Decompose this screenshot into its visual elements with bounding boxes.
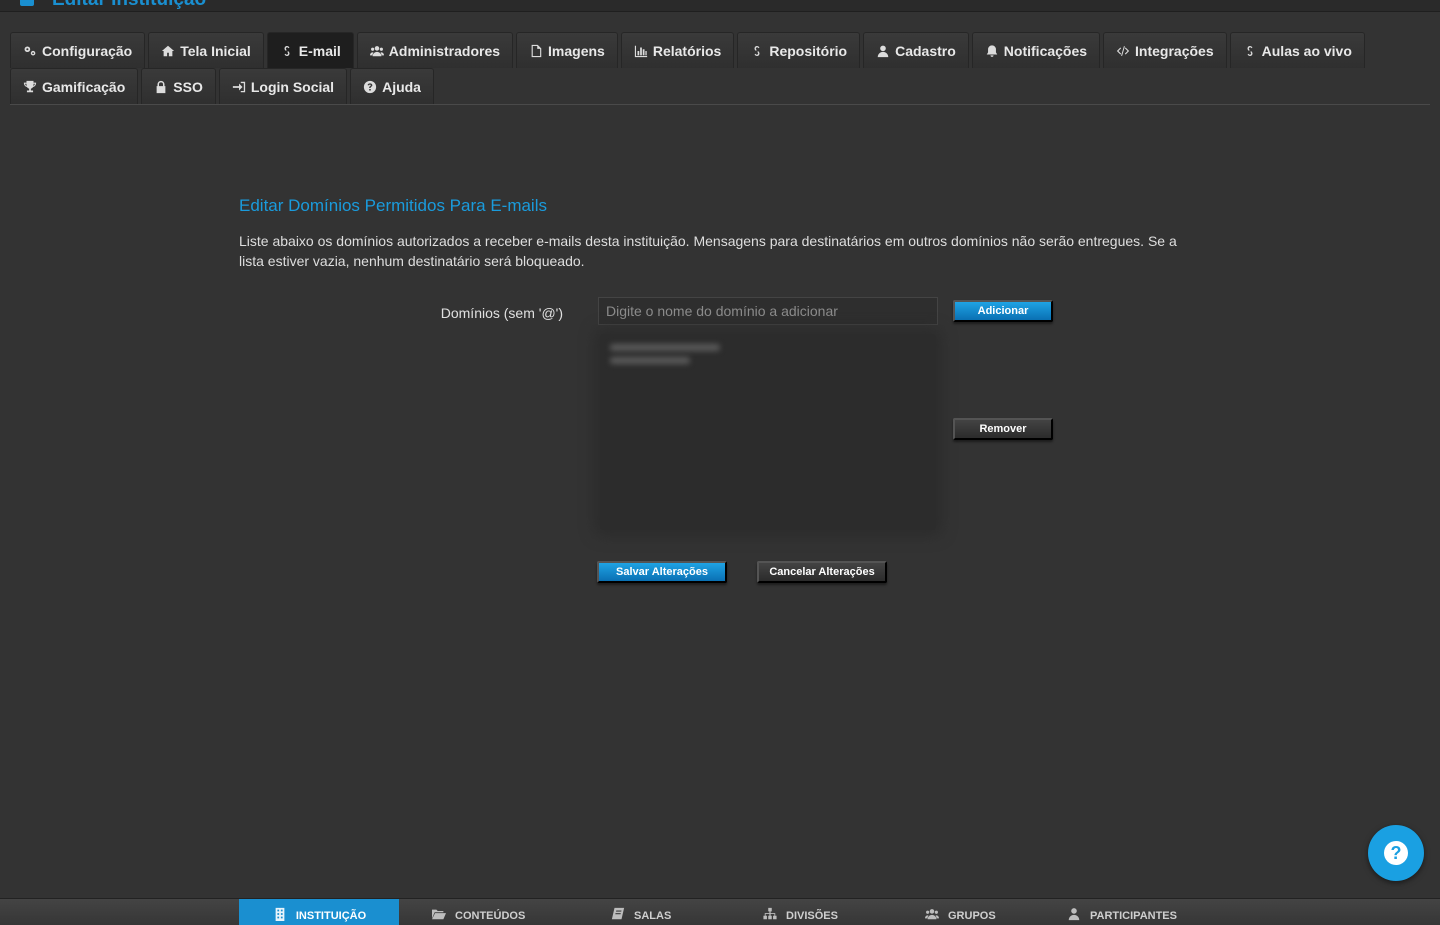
cancel-button[interactable]: Cancelar Alterações [757,561,887,583]
tab-ajuda[interactable]: Ajuda [350,68,434,104]
nav-grupos[interactable]: GRUPOS [924,899,996,925]
link-icon [284,45,290,56]
nav-label: PARTICIPANTES [1090,909,1177,922]
tab-login-social[interactable]: Login Social [218,68,348,104]
nav-salas[interactable]: SALAS [610,899,671,925]
tab-label: Tela Inicial [180,42,251,59]
tab-imagens[interactable]: Imagens [516,32,618,68]
tab-aulas-ao-vivo[interactable]: Aulas ao vivo [1229,32,1365,68]
institution-icon [20,0,34,6]
nav-label: CONTEÚDOS [455,909,526,922]
settings-tabs: Configuração Tela Inicial E-mail Adminis… [10,32,1430,105]
nav-label: DIVISÕES [786,909,838,922]
tab-sso[interactable]: SSO [141,68,216,104]
tab-relatorios[interactable]: Relatórios [620,32,735,68]
tab-configuracao[interactable]: Configuração [10,32,146,68]
page-title: Editar Instituição [52,0,206,11]
nav-participantes[interactable]: PARTICIPANTES [1066,899,1177,925]
tab-label: Gamificação [42,78,126,95]
tabs-row-2: Gamificação SSO Login Social Ajuda [10,68,434,104]
nav-label: SALAS [634,909,672,922]
tab-gamificacao[interactable]: Gamificação [10,68,139,104]
lock-icon [156,80,166,93]
section-title: Editar Domínios Permitidos Para E-mails [239,196,547,215]
tab-tela-inicial[interactable]: Tela Inicial [148,32,264,68]
tab-label: Repositório [769,42,848,59]
tab-label: Aulas ao vivo [1261,42,1352,59]
tab-label: Ajuda [382,78,421,95]
nav-label: GRUPOS [948,909,996,922]
trophy-icon [23,80,37,92]
tab-label: SSO [173,78,203,95]
tab-label: Imagens [548,42,605,59]
folder-open-icon [432,909,446,919]
question-circle-icon: ? [1384,841,1408,865]
tab-email[interactable]: E-mail [266,32,354,68]
bottom-nav: INSTITUIÇÃO CONTEÚDOS SALAS DIVISÕES GRU… [0,898,1440,925]
tab-integracoes[interactable]: Integrações [1103,32,1227,68]
link-icon [754,45,760,56]
tab-administradores[interactable]: Administradores [356,32,514,68]
tab-label: Relatórios [652,42,722,59]
help-button[interactable]: ? [1368,825,1424,881]
code-icon [1116,45,1130,56]
tab-label: Cadastro [895,42,956,59]
tab-label: Integrações [1135,42,1214,59]
user-icon [877,45,889,57]
tab-label: E-mail [298,42,341,59]
users-icon [369,45,384,56]
sign-in-icon [232,81,245,92]
domain-list[interactable] [600,334,936,530]
tabs-row-1: Configuração Tela Inicial E-mail Adminis… [10,32,1365,68]
bell-icon [986,44,998,57]
cogs-icon [24,45,36,55]
sitemap-icon [763,907,777,919]
tab-label: Administradores [388,42,501,59]
save-button[interactable]: Salvar Alterações [597,561,727,583]
add-domain-button[interactable]: Adicionar [953,300,1053,322]
question-circle-icon [363,80,377,93]
tab-label: Notificações [1003,42,1088,59]
tab-label: Login Social [250,78,335,95]
tab-label: Configuração [42,42,133,59]
section-description: Liste abaixo os domínios autorizados a r… [239,233,1177,269]
nav-divisoes[interactable]: DIVISÕES [762,899,838,925]
building-icon [275,907,285,921]
domain-input[interactable] [598,297,938,325]
tab-notificacoes[interactable]: Notificações [971,32,1101,68]
user-icon [1068,907,1080,920]
tab-cadastro[interactable]: Cadastro [863,32,969,68]
file-icon [531,44,542,57]
list-item[interactable] [610,344,720,351]
tab-repositorio[interactable]: Repositório [737,32,861,68]
home-icon [162,45,175,56]
page-header: Editar Instituição [0,0,1440,12]
list-item[interactable] [610,357,690,364]
remove-domain-button[interactable]: Remover [953,418,1053,440]
domains-field-label: Domínios (sem '@') [440,305,563,321]
nav-label: INSTITUIÇÃO [295,909,367,922]
book-icon [611,907,625,919]
bar-chart-icon [634,45,647,57]
nav-conteudos[interactable]: CONTEÚDOS [431,899,525,925]
nav-instituicao[interactable]: INSTITUIÇÃO [239,899,399,925]
link-icon [1247,45,1253,56]
users-icon [925,908,939,919]
